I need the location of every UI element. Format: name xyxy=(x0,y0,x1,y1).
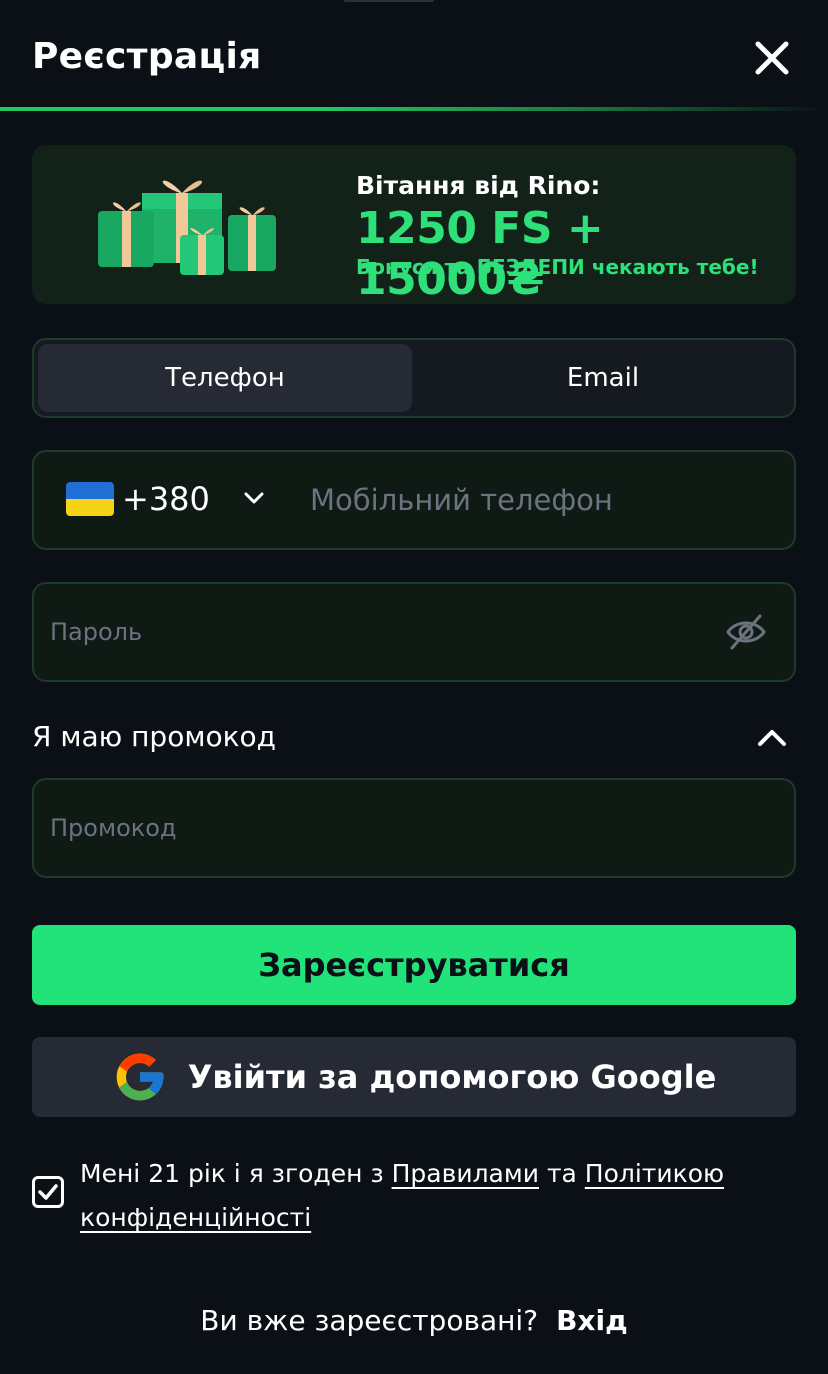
consent-text: Мені 21 рік і я згоден з Правилами та По… xyxy=(80,1152,780,1240)
welcome-bonus-banner: Вітання від Rino: 1250 FS + 15000₴ Бонус… xyxy=(32,145,796,304)
country-code: +380 xyxy=(122,480,210,518)
close-icon xyxy=(755,41,789,75)
password-field xyxy=(32,582,796,682)
close-button[interactable] xyxy=(750,36,794,80)
phone-input[interactable] xyxy=(310,452,780,548)
ukraine-flag-icon xyxy=(66,482,114,516)
promo-code-field xyxy=(32,778,796,878)
promo-code-toggle[interactable]: Я маю промокод xyxy=(32,710,796,766)
consent-text-before: Мені 21 рік і я згоден з xyxy=(80,1159,392,1188)
rules-link[interactable]: Правилами xyxy=(392,1159,539,1188)
checkmark-icon xyxy=(38,1184,58,1200)
eye-off-icon xyxy=(726,614,766,650)
password-input[interactable] xyxy=(50,584,710,680)
gift-boxes-icon xyxy=(98,180,276,275)
footer-login-prompt: Ви вже зареєстровані? Вхід xyxy=(0,1304,828,1337)
registration-method-tabs: Телефон Email xyxy=(32,338,796,418)
country-code-dropdown[interactable] xyxy=(240,484,268,512)
tab-phone[interactable]: Телефон xyxy=(38,344,412,412)
tab-email[interactable]: Email xyxy=(416,344,790,412)
banner-greeting: Вітання від Rino: xyxy=(356,171,601,200)
banner-subtitle: Бонуси та БЕЗДЕПИ чекають тебе! xyxy=(356,255,759,279)
login-link[interactable]: Вхід xyxy=(556,1304,628,1337)
consent-checkbox[interactable] xyxy=(32,1176,64,1208)
chevron-down-icon xyxy=(244,492,264,504)
promo-code-label: Я маю промокод xyxy=(32,720,276,753)
google-login-button[interactable]: Увійти за допомогою Google xyxy=(32,1037,796,1117)
phone-field: +380 xyxy=(32,450,796,550)
page-title: Реєстрація xyxy=(32,36,262,77)
consent-text-middle: та xyxy=(539,1159,585,1188)
chevron-up-icon xyxy=(758,730,786,746)
already-registered-text: Ви вже зареєстровані? xyxy=(200,1304,539,1337)
header-progress-line xyxy=(0,107,828,111)
modal-header: Реєстрація xyxy=(0,0,828,112)
register-button[interactable]: Зареєструватися xyxy=(32,925,796,1005)
google-icon xyxy=(116,1053,164,1101)
banner-offer: 1250 FS + 15000₴ xyxy=(356,203,604,304)
consent-row: Мені 21 рік і я згоден з Правилами та По… xyxy=(32,1152,796,1242)
toggle-password-visibility[interactable] xyxy=(724,612,768,652)
promo-code-input[interactable] xyxy=(50,780,780,876)
google-login-label: Увійти за допомогою Google xyxy=(187,1058,717,1096)
